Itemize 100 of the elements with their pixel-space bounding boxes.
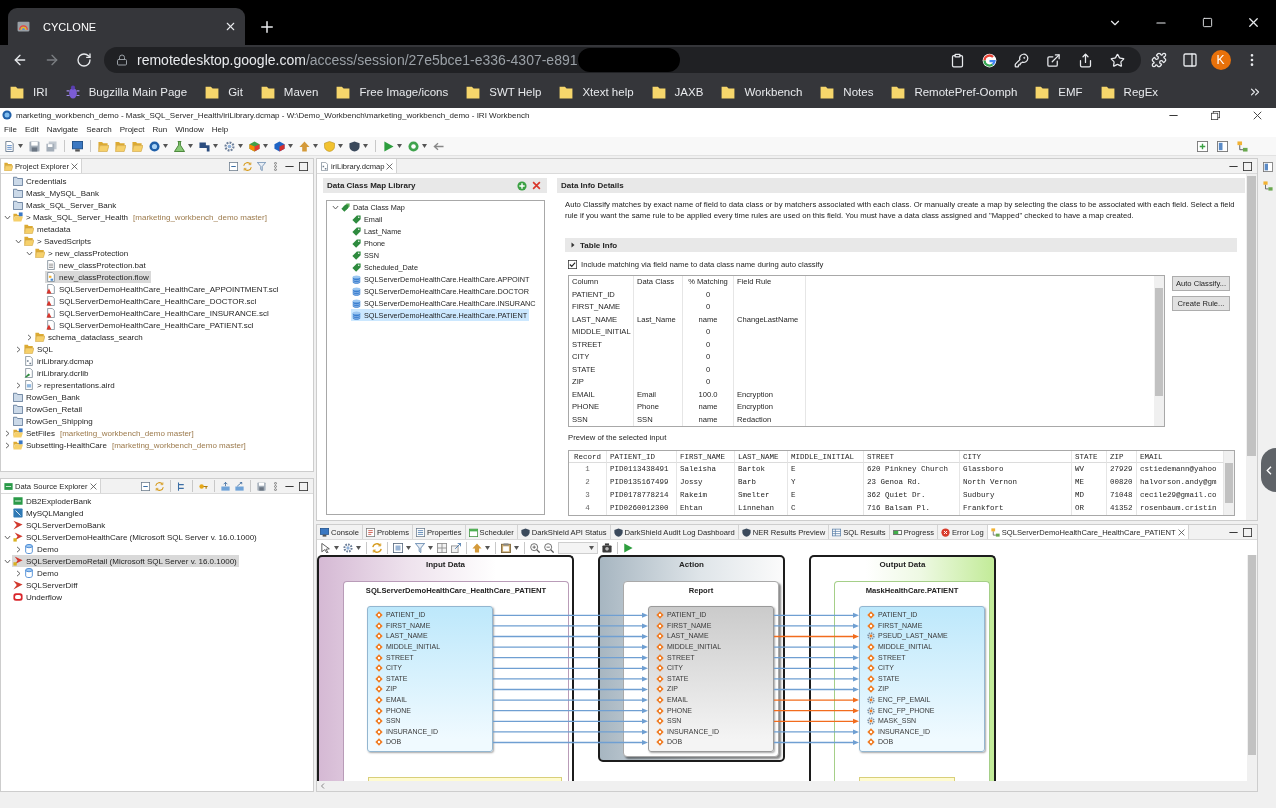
maximize-icon[interactable]	[1243, 161, 1252, 171]
tree-item[interactable]: Mask_MySQL_Bank	[12, 187, 101, 199]
zoom-out-icon[interactable]	[544, 542, 554, 553]
hierarchy-icon[interactable]	[177, 481, 186, 491]
upload-icon[interactable]	[221, 481, 230, 491]
back-icon[interactable]	[12, 52, 28, 68]
scrollbar[interactable]	[317, 781, 1257, 791]
menu-item[interactable]: Help	[207, 125, 233, 134]
scrollbar[interactable]	[1247, 555, 1257, 781]
bookmark[interactable]: Bugzilla Main Page	[56, 78, 197, 105]
bookmark[interactable]: Git	[196, 78, 252, 105]
caret-icon[interactable]	[514, 545, 519, 550]
caret-icon[interactable]	[422, 144, 427, 148]
save-icon[interactable]	[257, 481, 266, 491]
menu-item[interactable]: Navigate	[42, 125, 83, 134]
tree-item[interactable]: SetFiles	[12, 427, 57, 439]
tree-item[interactable]: Underflow	[12, 591, 64, 603]
tree-item[interactable]: MySQLMangled	[12, 507, 86, 519]
caret-icon[interactable]	[363, 144, 368, 148]
tree-item[interactable]: > SavedScripts	[23, 235, 94, 247]
tree-item[interactable]: SQLServerDemoBank	[12, 519, 108, 531]
scrollbar[interactable]	[1224, 451, 1234, 516]
flask-icon[interactable]	[174, 140, 185, 152]
bookmark[interactable]: Workbench	[712, 78, 812, 105]
tree-item[interactable]: iriLibrary.dcmap	[23, 355, 96, 367]
tree-item[interactable]: Subsetting-HealthCare	[12, 439, 109, 451]
gear-icon[interactable]	[224, 140, 235, 152]
star-icon[interactable]	[1109, 52, 1125, 68]
tree-item[interactable]: new_classProtection.flow	[45, 271, 151, 283]
export-icon[interactable]	[235, 481, 244, 491]
export-icon[interactable]	[451, 542, 461, 553]
close-icon[interactable]	[224, 20, 237, 33]
menu-item[interactable]: File	[0, 125, 21, 134]
bookmark[interactable]: RemotePref-Oomph	[882, 78, 1027, 105]
sync-icon[interactable]	[372, 542, 382, 553]
bookmark[interactable]: SWT Help	[457, 78, 551, 105]
menu-item[interactable]: Search	[82, 125, 116, 134]
run-icon[interactable]	[623, 542, 633, 553]
collapse-all-icon[interactable]	[141, 481, 150, 491]
checkbox[interactable]	[568, 260, 577, 270]
caret-icon[interactable]	[356, 545, 361, 550]
block-icon[interactable]	[199, 140, 210, 152]
tree-item[interactable]: > representations.aird	[23, 379, 117, 391]
caret-icon[interactable]	[428, 545, 433, 550]
more-icon[interactable]	[271, 481, 280, 491]
caret-icon[interactable]	[397, 144, 402, 148]
flow-icon[interactable]	[1263, 181, 1273, 191]
disc-icon[interactable]	[149, 140, 160, 152]
sidebar-icon[interactable]	[1181, 52, 1198, 68]
more-icon[interactable]	[271, 161, 280, 171]
bookmark[interactable]: RegEx	[1091, 78, 1168, 105]
share-icon[interactable]	[1077, 52, 1093, 68]
external-link-icon[interactable]	[1045, 52, 1061, 68]
bookmark[interactable]: Free Image/icons	[327, 78, 458, 105]
bookmark[interactable]: JAXB	[642, 78, 713, 105]
tree-item[interactable]: > new_classProtection	[34, 247, 131, 259]
cube-icon[interactable]	[274, 140, 285, 152]
puzzle-icon[interactable]	[1150, 52, 1167, 68]
tree-item[interactable]: metadata	[23, 223, 73, 235]
collapse-all-icon[interactable]	[229, 161, 238, 171]
scrollbar[interactable]	[1246, 174, 1257, 520]
caret-icon[interactable]	[589, 545, 594, 550]
reload-icon[interactable]	[76, 52, 92, 68]
maximize-icon[interactable]	[1243, 527, 1252, 537]
monitor-icon[interactable]	[72, 140, 83, 152]
cube-icon[interactable]	[249, 140, 260, 152]
caret-icon[interactable]	[313, 144, 318, 148]
chevron-right-icon[interactable]	[25, 333, 33, 341]
clipboard-icon[interactable]	[949, 52, 965, 68]
tree-item[interactable]: Credentials	[12, 175, 69, 187]
bookmark[interactable]: Notes	[811, 78, 883, 105]
frame-icon[interactable]	[393, 542, 403, 553]
chevron-right-icon[interactable]	[14, 545, 22, 553]
close-icon[interactable]	[1252, 110, 1262, 120]
tree-item[interactable]: Demo	[23, 543, 61, 555]
bookmark[interactable]: IRI	[1, 78, 57, 105]
menu-item[interactable]: Window	[171, 125, 208, 134]
menu-item[interactable]: Project	[115, 125, 149, 134]
menu-item[interactable]: Run	[148, 125, 172, 134]
address-bar[interactable]: remotedesktop.google.com/access/session/27e5bce1-e336-4307-e891	[104, 47, 1141, 73]
camera-icon[interactable]	[602, 542, 612, 553]
section-toggle[interactable]: Table Info	[565, 238, 1237, 253]
caret-icon[interactable]	[163, 144, 168, 148]
tree-item[interactable]: RowGen_Shipping	[12, 415, 95, 427]
chevron-right-icon[interactable]	[3, 441, 11, 449]
chevron-right-icon[interactable]	[14, 569, 22, 577]
run-icon[interactable]	[383, 140, 394, 152]
tree-item[interactable]: > Mask_SQL_Server_Health	[12, 211, 131, 223]
maximize-icon[interactable]	[299, 161, 308, 171]
bookmark[interactable]: EMF	[1026, 78, 1092, 105]
tree-item[interactable]: RowGen_Retail	[12, 403, 85, 415]
menu-item[interactable]: Edit	[20, 125, 43, 134]
pointer-icon[interactable]	[321, 542, 331, 553]
caret-icon[interactable]	[288, 144, 293, 148]
add-icon[interactable]	[1197, 140, 1208, 152]
tree-item[interactable]: schema_dataclass_search	[34, 331, 145, 343]
caret-icon[interactable]	[406, 545, 411, 550]
key-icon[interactable]	[1013, 52, 1029, 68]
caret-icon[interactable]	[238, 144, 243, 148]
browser-tab[interactable]: CYCLONE	[8, 8, 245, 45]
